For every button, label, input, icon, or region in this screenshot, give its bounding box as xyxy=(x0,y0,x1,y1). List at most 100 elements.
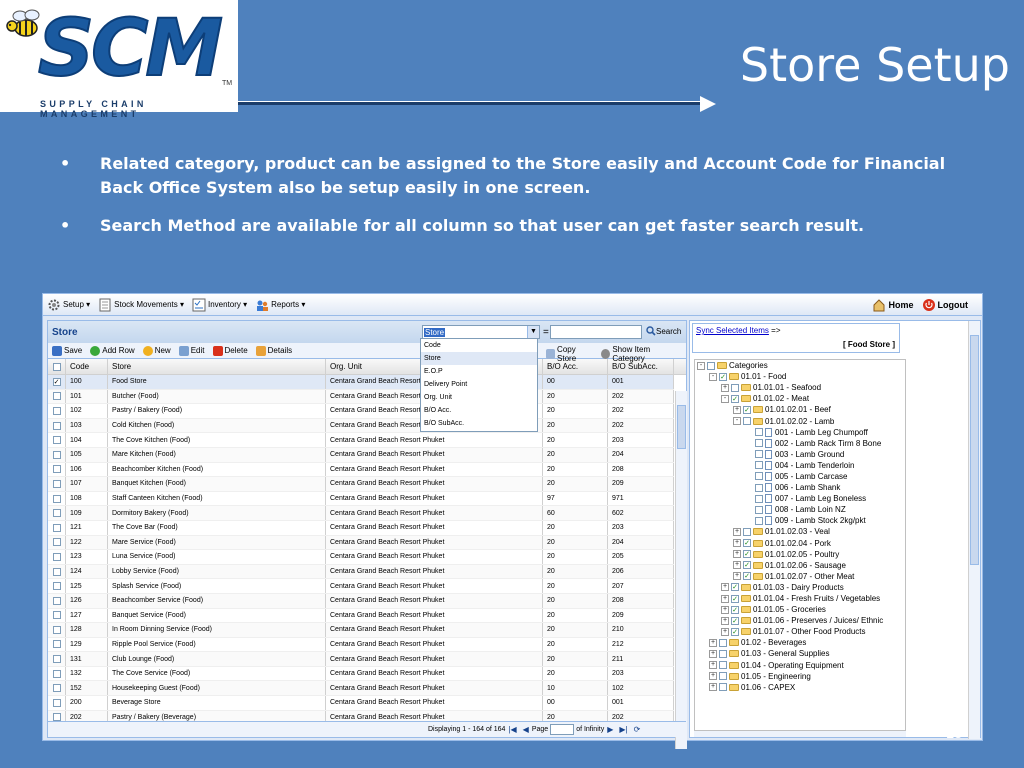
row-checkbox[interactable] xyxy=(52,465,61,474)
expand-icon[interactable]: + xyxy=(721,627,729,636)
row-checkbox[interactable] xyxy=(52,640,61,649)
dropdown-option[interactable]: Delivery Point xyxy=(421,378,537,391)
expand-icon[interactable]: + xyxy=(733,539,741,548)
expand-icon[interactable]: + xyxy=(709,683,717,692)
tree-checkbox[interactable]: ✓ xyxy=(731,627,739,636)
first-page-icon[interactable]: |◀ xyxy=(508,725,516,734)
tree-node[interactable]: + ✓ 01.01.06 - Preserves / Juices/ Ethnic xyxy=(695,615,905,626)
table-row[interactable]: 200 Beverage Store Centara Grand Beach Res… xyxy=(48,696,674,711)
row-checkbox[interactable] xyxy=(52,625,61,634)
tree-checkbox[interactable] xyxy=(755,472,763,481)
next-page-icon[interactable]: ▶ xyxy=(607,725,613,734)
tree-checkbox[interactable]: ✓ xyxy=(743,572,751,581)
table-row[interactable]: 107 Banquet Kitchen (Food) Centara Grand B… xyxy=(48,477,674,492)
table-row[interactable]: 131 Club Lounge (Food) Centara Grand Beach… xyxy=(48,652,674,667)
dropdown-option[interactable]: Code xyxy=(421,339,537,352)
expand-icon[interactable]: + xyxy=(709,638,717,647)
tree-checkbox[interactable]: ✓ xyxy=(731,605,739,614)
menu-reports[interactable]: Reports ▾ xyxy=(255,298,305,312)
tree-checkbox[interactable] xyxy=(719,649,727,658)
row-checkbox[interactable]: ✓ xyxy=(52,377,61,386)
expand-icon[interactable]: + xyxy=(733,561,741,570)
sync-selected-items-link[interactable]: Sync Selected Items xyxy=(696,326,769,335)
row-select-cell[interactable] xyxy=(48,462,66,477)
collapse-icon[interactable]: - xyxy=(733,417,741,426)
table-row[interactable]: 127 Banquet Service (Food) Centara Grand B… xyxy=(48,608,674,624)
tree-checkbox[interactable] xyxy=(755,461,763,470)
expand-icon[interactable]: + xyxy=(721,583,729,592)
tree-node[interactable]: - 01.01.02.02 - Lamb xyxy=(695,415,905,426)
row-checkbox[interactable] xyxy=(52,655,61,664)
row-checkbox[interactable] xyxy=(52,421,61,430)
tree-node[interactable]: + ✓ 01.01.03 - Dairy Products xyxy=(695,582,905,593)
table-row[interactable]: 123 Luna Service (Food) Centara Grand Beac… xyxy=(48,550,674,565)
tree-node[interactable]: 005 - Lamb Carcase xyxy=(695,471,905,482)
table-row[interactable]: 103 Cold Kitchen (Food) Centara Grand Beac… xyxy=(48,418,674,434)
tree-node[interactable]: + ✓ 01.01.02.06 - Sausage xyxy=(695,560,905,571)
table-row[interactable]: 106 Beachcomber Kitchen (Food) Centara Gra… xyxy=(48,462,674,478)
expand-icon[interactable]: + xyxy=(709,649,717,658)
menu-inventory[interactable]: Inventory ▾ xyxy=(192,298,247,312)
table-row[interactable]: ✓ 100 Food Store Centara Grand Beach Resort… xyxy=(48,375,674,390)
collapse-icon[interactable]: - xyxy=(697,361,705,370)
row-checkbox[interactable] xyxy=(52,450,61,459)
tree-checkbox[interactable] xyxy=(755,516,763,525)
tree-node[interactable]: - Categories xyxy=(695,360,905,371)
row-select-cell[interactable] xyxy=(48,447,66,462)
row-select-cell[interactable] xyxy=(48,593,66,608)
column-header-store[interactable]: Store xyxy=(108,359,326,374)
delete-button[interactable]: Delete xyxy=(212,345,248,356)
select-all-checkbox[interactable] xyxy=(52,362,61,371)
tree-node[interactable]: +01.06 - CAPEX xyxy=(695,682,905,693)
row-checkbox[interactable] xyxy=(52,436,61,445)
row-select-cell[interactable]: ✓ xyxy=(48,375,66,389)
row-select-cell[interactable] xyxy=(48,520,66,535)
select-all-column[interactable] xyxy=(48,359,66,374)
row-select-cell[interactable] xyxy=(48,404,66,418)
show-item-category-button[interactable]: Show Item Category xyxy=(601,345,678,363)
page-input[interactable] xyxy=(550,724,575,735)
tree-node[interactable]: +01.01.02.03 - Veal xyxy=(695,526,905,537)
tree-node[interactable]: + ✓ 01.01.02.01 - Beef xyxy=(695,404,905,415)
row-select-cell[interactable] xyxy=(48,666,66,681)
row-checkbox[interactable] xyxy=(52,684,61,693)
table-row[interactable]: 132 The Cove Service (Food) Centara Grand … xyxy=(48,666,674,682)
logout-button[interactable]: Logout xyxy=(922,298,968,312)
category-scrollbar-thumb[interactable] xyxy=(970,335,979,565)
row-checkbox[interactable] xyxy=(52,479,61,488)
table-row[interactable]: 125 Splash Service (Food) Centara Grand Be… xyxy=(48,579,674,594)
tree-checkbox[interactable] xyxy=(743,527,751,536)
tree-node[interactable]: + ✓ 01.01.07 - Other Food Products xyxy=(695,626,905,637)
tree-node[interactable]: + ✓ 01.01.02.07 - Other Meat xyxy=(695,571,905,582)
search-field-select[interactable]: Store ▼ xyxy=(422,325,540,339)
tree-checkbox[interactable]: ✓ xyxy=(731,394,739,403)
row-select-cell[interactable] xyxy=(48,637,66,652)
tree-node[interactable]: - ✓ 01.01 - Food xyxy=(695,371,905,382)
row-checkbox[interactable] xyxy=(52,611,61,620)
row-select-cell[interactable] xyxy=(48,652,66,666)
tree-checkbox[interactable] xyxy=(755,505,763,514)
expand-icon[interactable]: + xyxy=(721,616,729,625)
tree-node[interactable]: 009 - Lamb Stock 2kg/pkt xyxy=(695,515,905,526)
edit-button[interactable]: Edit xyxy=(178,345,205,356)
menu-setup[interactable]: Setup ▾ xyxy=(47,298,90,312)
tree-node[interactable]: 003 - Lamb Ground xyxy=(695,449,905,460)
menu-stock-movements[interactable]: Stock Movements ▾ xyxy=(98,298,184,312)
tree-node[interactable]: 002 - Lamb Rack Tirm 8 Bone xyxy=(695,438,905,449)
tree-horizontal-scrollbar[interactable] xyxy=(694,731,906,737)
row-checkbox[interactable] xyxy=(52,406,61,415)
tree-node[interactable]: 001 - Lamb Leg Chumpoff xyxy=(695,427,905,438)
tree-node[interactable]: 006 - Lamb Shank xyxy=(695,482,905,493)
tree-checkbox[interactable] xyxy=(743,417,751,426)
expand-icon[interactable]: + xyxy=(733,550,741,559)
table-row[interactable]: 108 Staff Canteen Kitchen (Food) Centara G… xyxy=(48,491,674,507)
tree-checkbox[interactable]: ✓ xyxy=(743,405,751,414)
search-button[interactable]: Search xyxy=(646,326,681,336)
row-select-cell[interactable] xyxy=(48,696,66,710)
tree-node[interactable]: 004 - Lamb Tenderloin xyxy=(695,460,905,471)
tree-node[interactable]: + ✓ 01.01.05 - Groceries xyxy=(695,604,905,615)
tree-checkbox[interactable] xyxy=(719,672,727,681)
last-page-icon[interactable]: ▶| xyxy=(619,725,627,734)
row-select-cell[interactable] xyxy=(48,623,66,637)
table-row[interactable]: 128 In Room Dinning Service (Food) Centara… xyxy=(48,623,674,638)
